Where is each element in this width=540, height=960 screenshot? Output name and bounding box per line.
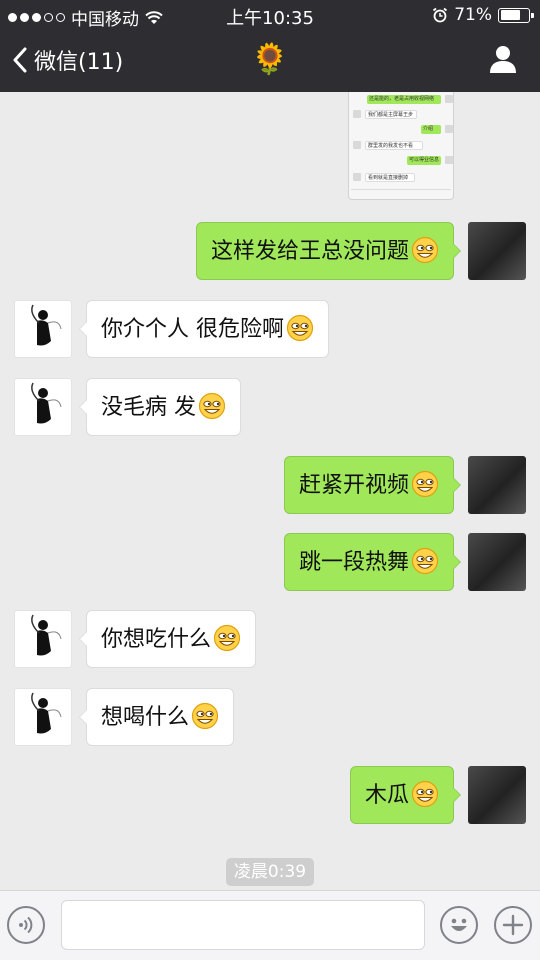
- message-list[interactable]: 还是能的，老是占用收视网络 我们都是主屏幕王步 介绍 群里发的我发也不看 可以得…: [0, 92, 540, 890]
- grinning-smirk-emoji-icon: [411, 470, 439, 498]
- plus-icon: [502, 914, 524, 936]
- mini-bubble: 介绍: [421, 125, 441, 134]
- mini-bubble: 我们都是主屏幕王步: [365, 110, 417, 119]
- mini-avatar: [445, 95, 453, 103]
- chat-title: 🌻: [251, 42, 289, 77]
- smiley-icon: [451, 918, 467, 931]
- dancer-silhouette-icon: [31, 614, 62, 656]
- battery-fill: [500, 10, 520, 20]
- more-button[interactable]: [494, 906, 532, 944]
- chat-info-button[interactable]: [488, 44, 518, 78]
- contact-avatar[interactable]: [14, 300, 72, 358]
- emoji-button[interactable]: [440, 906, 478, 944]
- message-text: 这样发给王总没问题: [210, 239, 409, 264]
- grinning-smirk-emoji-icon: [286, 314, 314, 342]
- battery-icon: [498, 7, 534, 23]
- message-bubble[interactable]: 跳一段热舞: [283, 533, 462, 591]
- message-timestamp: 凌晨0:39: [226, 858, 314, 886]
- mini-avatar: [353, 110, 361, 118]
- mini-avatar: [353, 173, 361, 181]
- message-text: 赶紧开视频: [298, 473, 409, 498]
- forwarded-screenshot-image[interactable]: 还是能的，老是占用收视网络 我们都是主屏幕王步 介绍 群里发的我发也不看 可以得…: [348, 92, 454, 200]
- grinning-smirk-emoji-icon: [198, 392, 226, 420]
- mini-avatar: [445, 125, 453, 133]
- message-text: 木瓜: [364, 783, 409, 808]
- message-bubble[interactable]: 你想吃什么: [78, 610, 257, 668]
- message-bubble[interactable]: 木瓜: [349, 766, 462, 824]
- grinning-smirk-emoji-icon: [411, 236, 439, 264]
- mini-avatar: [353, 141, 361, 149]
- message-text: 你介个人 很危险啊: [101, 317, 284, 342]
- self-avatar[interactable]: [468, 766, 526, 824]
- grinning-smirk-emoji-icon: [411, 547, 439, 575]
- message-bubble[interactable]: 没毛病 发: [79, 378, 241, 436]
- wechat-chat-screen: 中国移动 上午10:35 71% 微信(11) 🌻 还是能的，老是占用收视网络 …: [0, 0, 540, 960]
- dancer-silhouette-icon: [31, 382, 62, 424]
- self-avatar[interactable]: [468, 222, 526, 280]
- message-bubble[interactable]: 这样发给王总没问题: [195, 222, 462, 280]
- message-input[interactable]: [61, 900, 425, 950]
- message-text: 跳一段热舞: [298, 550, 409, 575]
- mini-bubble: 还是能的，老是占用收视网络: [367, 95, 441, 104]
- status-bar: 中国移动 上午10:35 71%: [0, 0, 540, 30]
- battery-percent: 71%: [454, 5, 492, 25]
- message-bubble[interactable]: 你介个人 很危险啊: [79, 300, 329, 358]
- contact-avatar[interactable]: [14, 610, 72, 668]
- self-avatar[interactable]: [468, 533, 526, 591]
- grinning-smirk-emoji-icon: [411, 780, 439, 808]
- message-bubble[interactable]: 想喝什么: [78, 688, 235, 746]
- message-text: 没毛病 发: [101, 395, 196, 420]
- message-text: 想喝什么: [101, 705, 190, 730]
- grinning-smirk-emoji-icon: [213, 624, 241, 652]
- grinning-smirk-emoji-icon: [191, 702, 219, 730]
- message-text: 你想吃什么: [101, 627, 212, 652]
- mini-bubble: 群里发的我发也不看: [365, 141, 423, 150]
- person-icon: [490, 46, 516, 73]
- message-bubble[interactable]: 赶紧开视频: [283, 456, 462, 514]
- nav-bar: 微信(11) 🌻: [0, 30, 540, 92]
- voice-icon: [19, 916, 33, 934]
- mini-input-bar: [351, 189, 451, 197]
- dancer-silhouette-icon: [31, 304, 62, 346]
- mini-bubble: 看到就是直接删掉: [365, 173, 415, 182]
- self-avatar[interactable]: [468, 456, 526, 514]
- contact-avatar[interactable]: [14, 378, 72, 436]
- alarm-clock-icon: [433, 7, 448, 23]
- input-bar: [0, 890, 540, 960]
- mini-bubble: 可以得业信息: [407, 156, 441, 165]
- mini-avatar: [445, 156, 453, 164]
- status-right: 71%: [432, 5, 534, 25]
- contact-avatar[interactable]: [14, 688, 72, 746]
- voice-toggle-button[interactable]: [7, 906, 45, 944]
- dancer-silhouette-icon: [31, 692, 62, 734]
